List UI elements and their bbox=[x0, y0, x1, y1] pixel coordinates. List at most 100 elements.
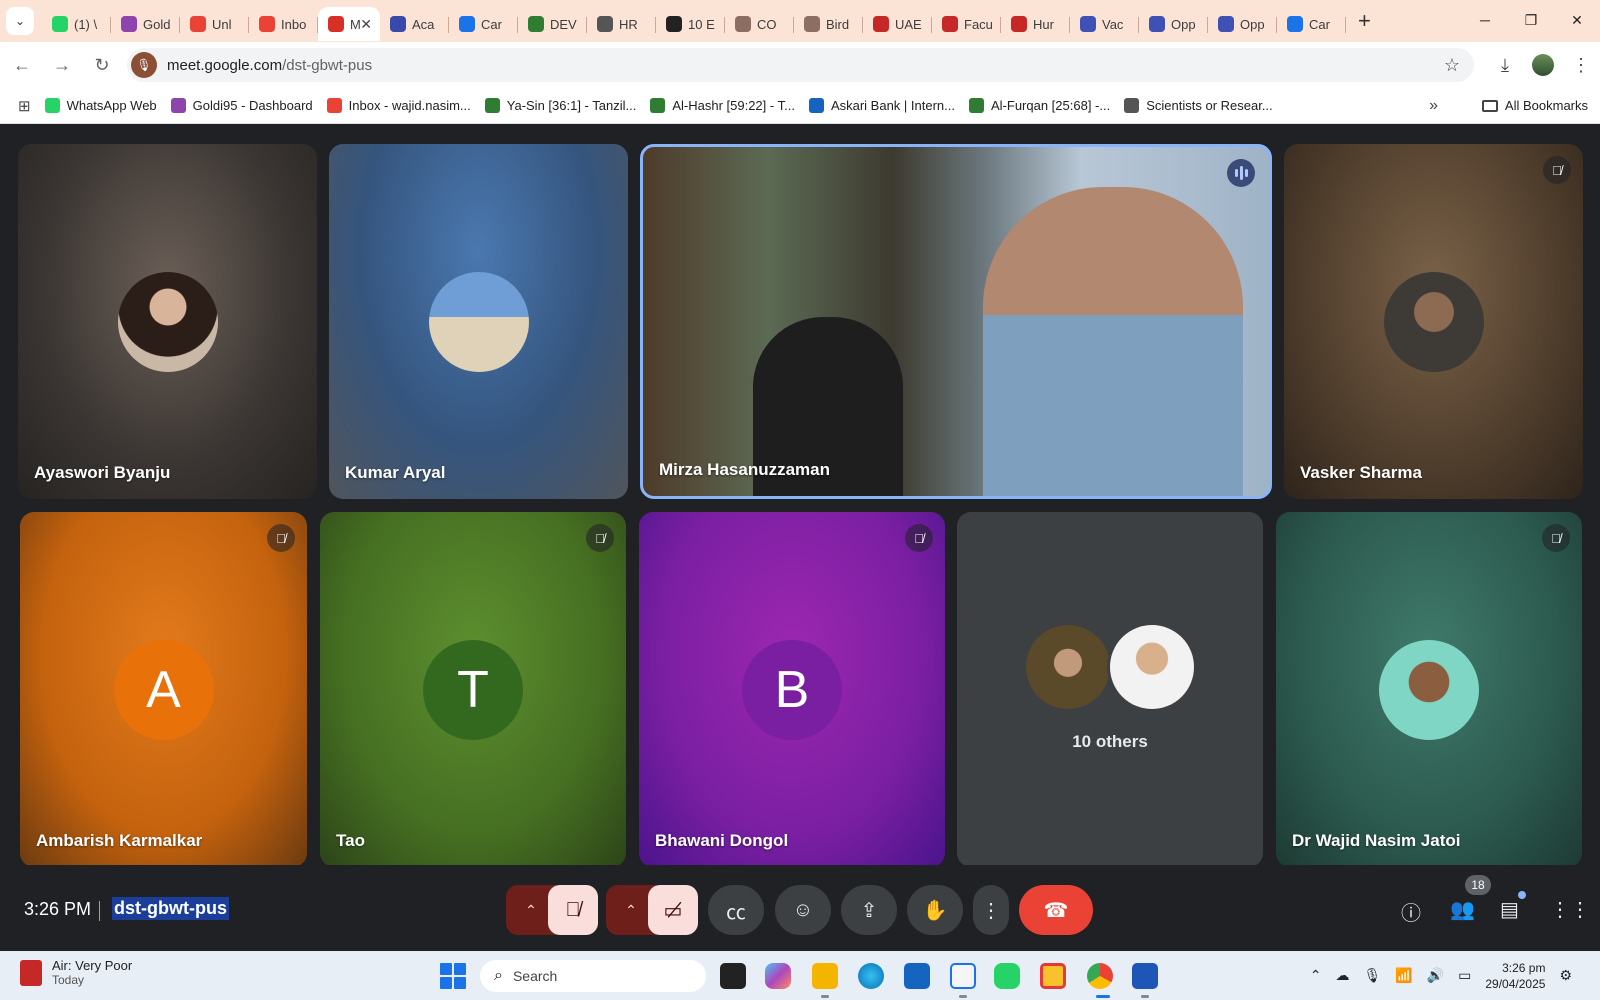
participant-tile[interactable]: 🎙̸ Vasker Sharma bbox=[1284, 144, 1583, 499]
forward-icon[interactable]: → bbox=[44, 47, 80, 83]
new-tab-icon[interactable]: + bbox=[1358, 8, 1371, 34]
download-icon[interactable]: ⤓ bbox=[1486, 55, 1524, 76]
wifi-icon[interactable]: 📶 bbox=[1395, 967, 1412, 984]
weather-widget[interactable]: Air: Very Poor Today bbox=[20, 958, 132, 987]
browser-tab[interactable]: Car bbox=[449, 7, 518, 41]
browser-tab[interactable]: HR bbox=[587, 7, 656, 41]
browser-tab[interactable]: (1) \ bbox=[42, 7, 111, 41]
browser-tab[interactable]: Aca bbox=[380, 7, 449, 41]
tray-chevron-icon[interactable]: ⌃ bbox=[1310, 967, 1322, 984]
restore-icon[interactable]: ❐ bbox=[1508, 0, 1554, 40]
more-options-icon[interactable]: ⋮ bbox=[973, 885, 1009, 935]
bookmark-item[interactable]: Al-Hashr [59:22] - T... bbox=[650, 98, 795, 113]
participant-avatar: B bbox=[742, 639, 842, 740]
air-quality-icon bbox=[20, 959, 42, 986]
browser-tab[interactable]: Opp bbox=[1208, 7, 1277, 41]
apps-grid-icon[interactable]: ⊞ bbox=[18, 97, 31, 115]
browser-tab[interactable]: Vac bbox=[1070, 7, 1139, 41]
browser-tab[interactable]: Gold bbox=[111, 7, 180, 41]
browser-tab[interactable]: Facu bbox=[932, 7, 1001, 41]
browser-tab[interactable]: 10 E bbox=[656, 7, 725, 41]
leave-call-button[interactable]: ☎ bbox=[1019, 885, 1093, 935]
participant-video-tile[interactable]: Mirza Hasanuzzaman bbox=[640, 144, 1272, 499]
file-explorer-icon[interactable] bbox=[812, 963, 838, 989]
bookmark-item[interactable]: Inbox - wajid.nasim... bbox=[326, 98, 471, 113]
word-icon[interactable] bbox=[1132, 963, 1158, 989]
reactions-button[interactable]: ☺ bbox=[775, 885, 831, 935]
copilot-icon[interactable] bbox=[765, 963, 791, 989]
browser-tab[interactable]: Opp bbox=[1139, 7, 1208, 41]
bookmark-item[interactable]: Scientists or Resear... bbox=[1124, 98, 1273, 113]
all-bookmarks[interactable]: All Bookmarks bbox=[1481, 98, 1588, 113]
tab-label: Opp bbox=[1240, 16, 1265, 32]
bookmark-label: Ya-Sin [36:1] - Tanzil... bbox=[506, 98, 637, 113]
browser-tab[interactable]: CO bbox=[725, 7, 794, 41]
tab-close-icon[interactable]: ✕ bbox=[360, 16, 372, 33]
windows-start-icon[interactable] bbox=[440, 963, 466, 989]
tab-search-icon[interactable]: ⌄ bbox=[6, 7, 34, 35]
participant-tile[interactable]: A 🎙̸ Ambarish Karmalkar bbox=[20, 512, 307, 867]
present-screen-button[interactable]: ⇪ bbox=[841, 885, 897, 935]
tab-label: Hur bbox=[1033, 16, 1054, 32]
snipping-tool-icon[interactable] bbox=[950, 963, 976, 989]
profile-avatar[interactable] bbox=[1524, 54, 1562, 76]
whatsapp-icon[interactable] bbox=[994, 963, 1020, 989]
participant-avatar bbox=[428, 271, 529, 372]
more-bookmarks-icon[interactable]: » bbox=[1429, 97, 1438, 115]
reload-icon[interactable]: ↻ bbox=[84, 47, 120, 83]
menu-icon[interactable]: ⋮ bbox=[1562, 55, 1600, 76]
meeting-info-icon[interactable]: ⓘ bbox=[1401, 897, 1421, 926]
chrome-icon[interactable] bbox=[1087, 963, 1113, 989]
volume-icon[interactable]: 🔊 bbox=[1427, 967, 1444, 984]
bookmark-item[interactable]: Goldi95 - Dashboard bbox=[170, 98, 313, 113]
chat-icon[interactable]: ▤ bbox=[1500, 897, 1519, 922]
sticky-notes-icon[interactable] bbox=[1040, 963, 1066, 989]
taskbar-clock[interactable]: 3:26 pm 29/04/2025 bbox=[1485, 960, 1545, 992]
back-icon[interactable]: ← bbox=[4, 47, 40, 83]
onedrive-icon[interactable]: ☁ bbox=[1335, 967, 1349, 984]
others-count-label: 10 others bbox=[1072, 732, 1148, 751]
store-icon[interactable] bbox=[904, 963, 930, 989]
tab-favicon-icon bbox=[1149, 16, 1165, 32]
others-tile[interactable]: 10 others bbox=[957, 512, 1263, 867]
browser-tab[interactable]: Bird bbox=[794, 7, 863, 41]
browser-tab[interactable]: DEV bbox=[518, 7, 587, 41]
participant-tile[interactable]: T 🎙̸ Tao bbox=[320, 512, 626, 867]
people-icon[interactable]: 👥 bbox=[1450, 897, 1475, 922]
participant-tile[interactable]: Ayaswori Byanju bbox=[18, 144, 317, 499]
microphone-icon[interactable]: 🎙 bbox=[1363, 967, 1381, 984]
bookmark-item[interactable]: Ya-Sin [36:1] - Tanzil... bbox=[484, 98, 637, 113]
raise-hand-button[interactable]: ✋ bbox=[907, 885, 963, 935]
notifications-icon[interactable]: ⚙ bbox=[1559, 967, 1572, 984]
participant-tile[interactable]: 🎙̸ Dr Wajid Nasim Jatoi bbox=[1276, 512, 1582, 867]
camera-toggle-button[interactable]: ▭̸ bbox=[648, 885, 698, 935]
address-bar[interactable]: 🎙 meet.google.com/dst-gbwt-pus ☆ bbox=[127, 48, 1474, 82]
participant-name: Bhawani Dongol bbox=[655, 831, 789, 850]
browser-tab[interactable]: Inbo bbox=[249, 7, 318, 41]
close-window-icon[interactable]: ✕ bbox=[1554, 0, 1600, 40]
bookmark-item[interactable]: WhatsApp Web bbox=[44, 98, 157, 113]
url-text[interactable]: meet.google.com/dst-gbwt-pus bbox=[167, 57, 372, 74]
mic-off-icon: 🎙̸ bbox=[1542, 524, 1570, 552]
captions-button[interactable]: ㏄ bbox=[708, 885, 764, 935]
task-view-icon[interactable] bbox=[720, 963, 746, 989]
browser-tab[interactable]: Car bbox=[1277, 7, 1346, 41]
browser-tab[interactable]: UAE bbox=[863, 7, 932, 41]
participant-tile[interactable]: Kumar Aryal bbox=[329, 144, 628, 499]
taskbar-search[interactable]: ⌕ Search bbox=[480, 960, 706, 992]
bookmark-star-icon[interactable]: ☆ bbox=[1444, 55, 1460, 76]
tab-favicon-icon bbox=[1080, 16, 1096, 32]
activities-icon[interactable]: ⋮⋮ bbox=[1550, 897, 1590, 922]
participant-avatar bbox=[1383, 271, 1484, 372]
edge-icon[interactable] bbox=[858, 963, 884, 989]
browser-tab[interactable]: Unl bbox=[180, 7, 249, 41]
bookmark-item[interactable]: Askari Bank | Intern... bbox=[808, 98, 955, 113]
mic-active-site-icon[interactable]: 🎙 bbox=[131, 52, 157, 78]
browser-tab-active[interactable]: M ✕ bbox=[318, 7, 380, 41]
bookmark-item[interactable]: Al-Furqan [25:68] -... bbox=[968, 98, 1110, 113]
browser-tab[interactable]: Hur bbox=[1001, 7, 1070, 41]
minimize-icon[interactable]: ─ bbox=[1462, 0, 1508, 40]
mic-toggle-button[interactable]: 🎙̸ bbox=[548, 885, 598, 935]
battery-icon[interactable]: ▭ bbox=[1458, 967, 1471, 984]
participant-tile[interactable]: B 🎙̸ Bhawani Dongol bbox=[639, 512, 945, 867]
